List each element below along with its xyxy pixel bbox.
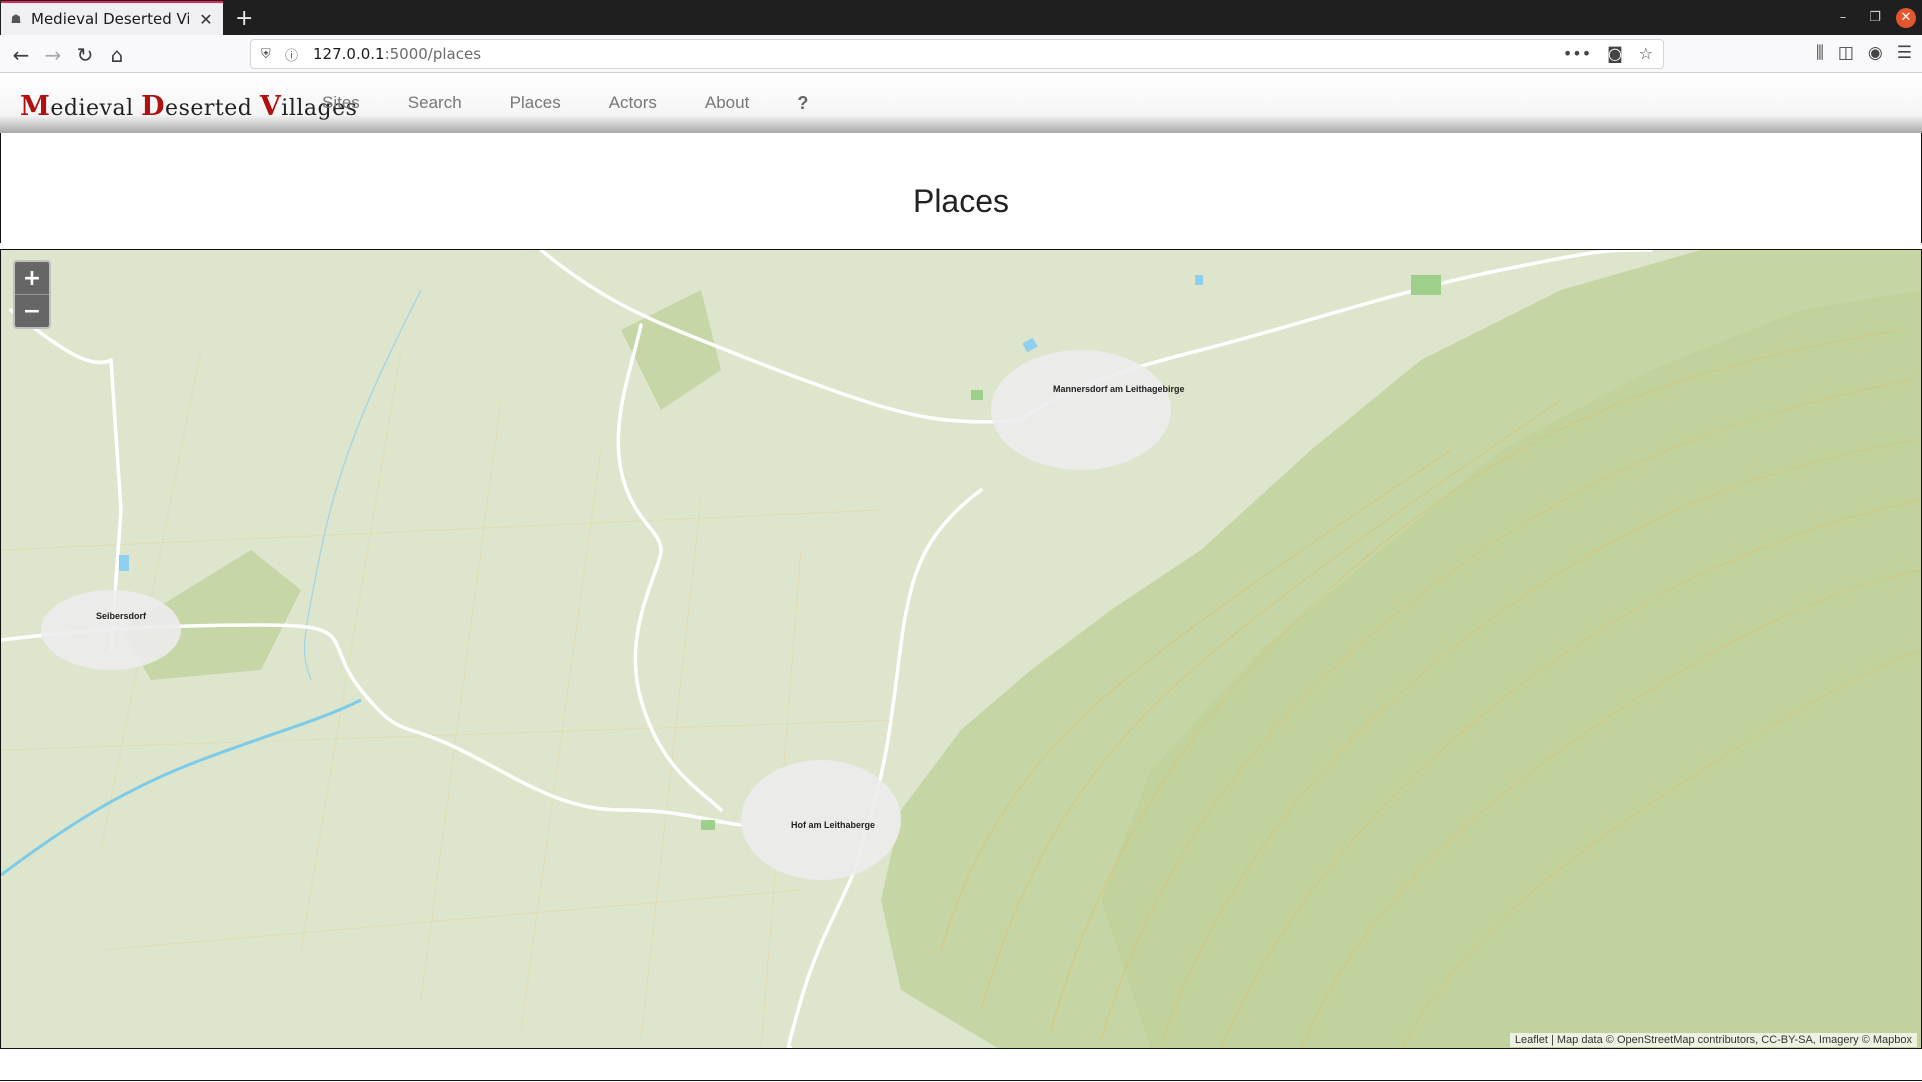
map-attribution[interactable]: Leaflet | Map data © OpenStreetMap contr… xyxy=(1509,1033,1917,1047)
map-tiles xyxy=(1,250,1921,1048)
menu-places[interactable]: Places xyxy=(510,93,561,114)
tab-favicon-icon: ☗ xyxy=(10,12,22,26)
menu-sites[interactable]: Sites xyxy=(322,93,360,114)
bookmark-star-icon[interactable]: ☆ xyxy=(1639,44,1653,63)
page: Medieval Deserted Villages Sites Search … xyxy=(0,73,1922,1082)
map[interactable]: Mannersdorf am Leithagebirge Seibersdorf… xyxy=(0,249,1922,1049)
info-icon[interactable]: ⓘ xyxy=(285,45,301,64)
browser-tab[interactable]: ☗ Medieval Deserted Villag ✕ xyxy=(1,1,223,35)
browser-tabbar: ☗ Medieval Deserted Villag ✕ + – ❐ ✕ xyxy=(0,0,1922,35)
url-path: :5000/places xyxy=(384,45,482,63)
restore-icon[interactable]: ❐ xyxy=(1864,10,1886,25)
brand-cap: D xyxy=(141,91,166,122)
brand-cap: M xyxy=(20,91,51,122)
reload-icon[interactable]: ↻ xyxy=(72,42,98,68)
sidebar-icon[interactable]: ◫ xyxy=(1838,43,1854,63)
menu-icon[interactable]: ☰ xyxy=(1897,43,1912,63)
zoom-control: + − xyxy=(13,260,51,329)
heading-area: Places xyxy=(0,133,1922,243)
brand-text: edieval xyxy=(50,96,142,121)
page-bottom-border xyxy=(0,1080,1922,1081)
close-tab-icon[interactable]: ✕ xyxy=(197,10,215,29)
minimize-icon[interactable]: – xyxy=(1832,10,1854,25)
zoom-in-button[interactable]: + xyxy=(15,262,49,294)
map-town-label: Mannersdorf am Leithagebirge xyxy=(1053,384,1185,394)
page-title: Places xyxy=(912,183,1010,219)
brand-text: eserted xyxy=(165,96,260,121)
pocket-icon[interactable]: ◙ xyxy=(1607,44,1623,63)
tab-title: Medieval Deserted Villag xyxy=(31,10,189,28)
map-town-label: Seibersdorf xyxy=(96,611,147,621)
main-menu: Sites Search Places Actors About ? xyxy=(322,93,856,114)
brand-cap: V xyxy=(259,91,282,122)
menu-actors[interactable]: Actors xyxy=(609,93,657,114)
site-brand[interactable]: Medieval Deserted Villages xyxy=(20,91,357,122)
browser-navbar: ← → ↻ ⌂ ⛨ ⓘ 127.0.0.1:5000/places ••• ◙ … xyxy=(0,35,1922,73)
home-icon[interactable]: ⌂ xyxy=(104,42,130,68)
new-tab-button[interactable]: + xyxy=(235,1,253,35)
menu-about[interactable]: About xyxy=(705,93,749,114)
zoom-out-button[interactable]: − xyxy=(15,294,49,327)
window-controls: – ❐ ✕ xyxy=(1832,0,1922,35)
menu-help[interactable]: ? xyxy=(797,93,808,114)
back-icon[interactable]: ← xyxy=(8,42,34,68)
library-icon[interactable]: ⫼ xyxy=(1816,43,1824,63)
shield-icon[interactable]: ⛨ xyxy=(261,47,275,62)
map-town-label: Hof am Leithaberge xyxy=(791,820,876,830)
menu-search[interactable]: Search xyxy=(408,93,462,114)
page-actions-icon[interactable]: ••• xyxy=(1563,44,1591,63)
forward-icon[interactable]: → xyxy=(40,42,66,68)
site-navbar: Medieval Deserted Villages Sites Search … xyxy=(0,73,1922,133)
url-bar[interactable]: ⛨ ⓘ 127.0.0.1:5000/places ••• ◙ ☆ xyxy=(250,39,1664,69)
url-host: 127.0.0.1 xyxy=(313,45,385,63)
account-icon[interactable]: ◉ xyxy=(1868,43,1883,63)
window-close-icon[interactable]: ✕ xyxy=(1896,7,1916,28)
